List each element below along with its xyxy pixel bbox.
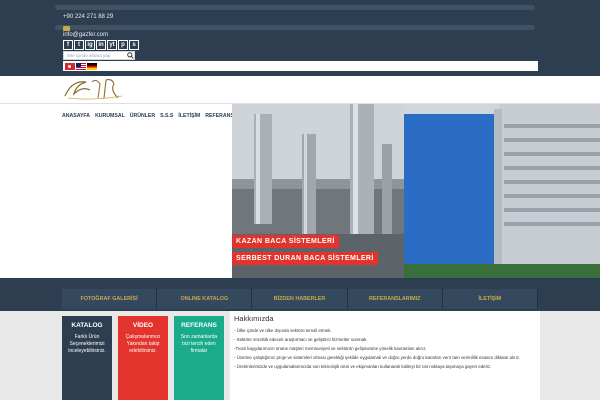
slide-image-building xyxy=(404,104,600,278)
nav-item-sss[interactable]: S.S.S xyxy=(160,113,173,119)
top-stripe xyxy=(55,5,535,10)
tab-fotograf-galerisi[interactable]: FOTOĞRAF GALERİSİ xyxy=(62,289,158,309)
language-bar xyxy=(63,61,538,71)
search-input[interactable]: Site içinde arama yap xyxy=(63,51,135,60)
card-title: VİDEO xyxy=(132,322,154,329)
nav-item-kurumsal[interactable]: KURUMSAL xyxy=(95,113,125,119)
video-card[interactable]: VİDEO Çalışmalarımızı Yakından takip ede… xyxy=(118,316,168,400)
flag-de-icon[interactable] xyxy=(87,62,97,70)
about-section: Hakkımızda - Ülke içinde ve ülke dışında… xyxy=(230,311,540,400)
phone-text: +90 224 271 88 29 xyxy=(63,14,114,20)
youtube-icon[interactable]: yt xyxy=(107,40,117,50)
referans-card[interactable]: REFERANS Son zamanlarda bizi tercih eden… xyxy=(174,316,224,400)
about-paragraph: - Ülke içinde ve ülke dışında sektörü te… xyxy=(234,328,332,333)
search-button[interactable] xyxy=(126,51,135,60)
card-body: Son zamanlarda bizi tercih eden firmalar xyxy=(180,334,218,354)
nav-item-urunler[interactable]: ÜRÜNLER xyxy=(130,113,155,119)
tab-bizden-haberler[interactable]: BİZDEN HABERLER xyxy=(252,289,348,309)
linkedin-icon[interactable]: in xyxy=(96,40,106,50)
card-title: REFERANS xyxy=(181,322,217,329)
tab-referanslarimiz[interactable]: REFERANSLARIMIZ xyxy=(347,289,443,309)
about-paragraph: -Ticari kaygılarımızın önüne müşteri mem… xyxy=(234,346,427,351)
social-links: f t ig in yt p s xyxy=(63,40,139,50)
slide-caption: KAZAN BACA SİSTEMLERİ xyxy=(232,235,339,248)
nav-item-anasayfa[interactable]: ANASAYFA xyxy=(62,113,90,119)
katalog-card[interactable]: KATALOG Farklı Ürün Seçeneklerimizi ince… xyxy=(62,316,112,400)
tab-iletisim[interactable]: İLETİŞİM xyxy=(442,289,539,309)
mail-row xyxy=(63,24,70,32)
flag-en-icon[interactable] xyxy=(76,62,86,70)
top-bar: +90 224 271 88 29 info@gazfer.com f t ig… xyxy=(0,0,600,76)
mail-icon xyxy=(63,25,70,31)
skype-icon[interactable]: s xyxy=(129,40,139,50)
twitter-icon[interactable]: t xyxy=(74,40,84,50)
facebook-icon[interactable]: f xyxy=(63,40,73,50)
card-body: Farklı Ürün Seçeneklerimizi inceleyebili… xyxy=(68,334,106,354)
about-paragraph: - Sektöre öncülük edecek araştırmacı ve … xyxy=(234,337,368,342)
about-paragraph: - Üzerine çalıştığımız proje ve sistemle… xyxy=(234,355,521,360)
email-link[interactable]: info@gazfer.com xyxy=(63,32,108,38)
card-body: Çalışmalarımızı Yakından takip edebilirs… xyxy=(125,334,161,354)
building-illustration xyxy=(404,104,600,278)
main-nav: ANASAYFA KURUMSAL ÜRÜNLER S.S.S İLETİŞİM… xyxy=(62,113,245,119)
header xyxy=(0,76,600,104)
about-paragraph: - Üretimlerimizde ve uygulamalarımızda s… xyxy=(234,364,492,369)
phone-row: +90 224 271 88 29 xyxy=(63,12,113,22)
tab-online-katalog[interactable]: ONLINE KATALOG xyxy=(157,289,253,309)
top-stripe xyxy=(55,25,535,30)
about-title: Hakkımızda xyxy=(234,314,274,323)
card-title: KATALOG xyxy=(71,322,103,329)
gazfer-logo[interactable] xyxy=(62,76,132,102)
search-icon xyxy=(127,52,134,59)
nav-item-iletisim[interactable]: İLETİŞİM xyxy=(178,113,200,119)
flag-tr-icon[interactable] xyxy=(65,62,75,70)
pinterest-icon[interactable]: p xyxy=(118,40,128,50)
instagram-icon[interactable]: ig xyxy=(85,40,95,50)
hero-slider[interactable]: KAZAN BACA SİSTEMLERİ SERBEST DURAN BACA… xyxy=(232,104,600,278)
feature-tabs: FOTOĞRAF GALERİSİ ONLINE KATALOG BİZDEN … xyxy=(62,289,539,309)
slide-caption: SERBEST DURAN BACA SİSTEMLERİ xyxy=(232,252,378,265)
